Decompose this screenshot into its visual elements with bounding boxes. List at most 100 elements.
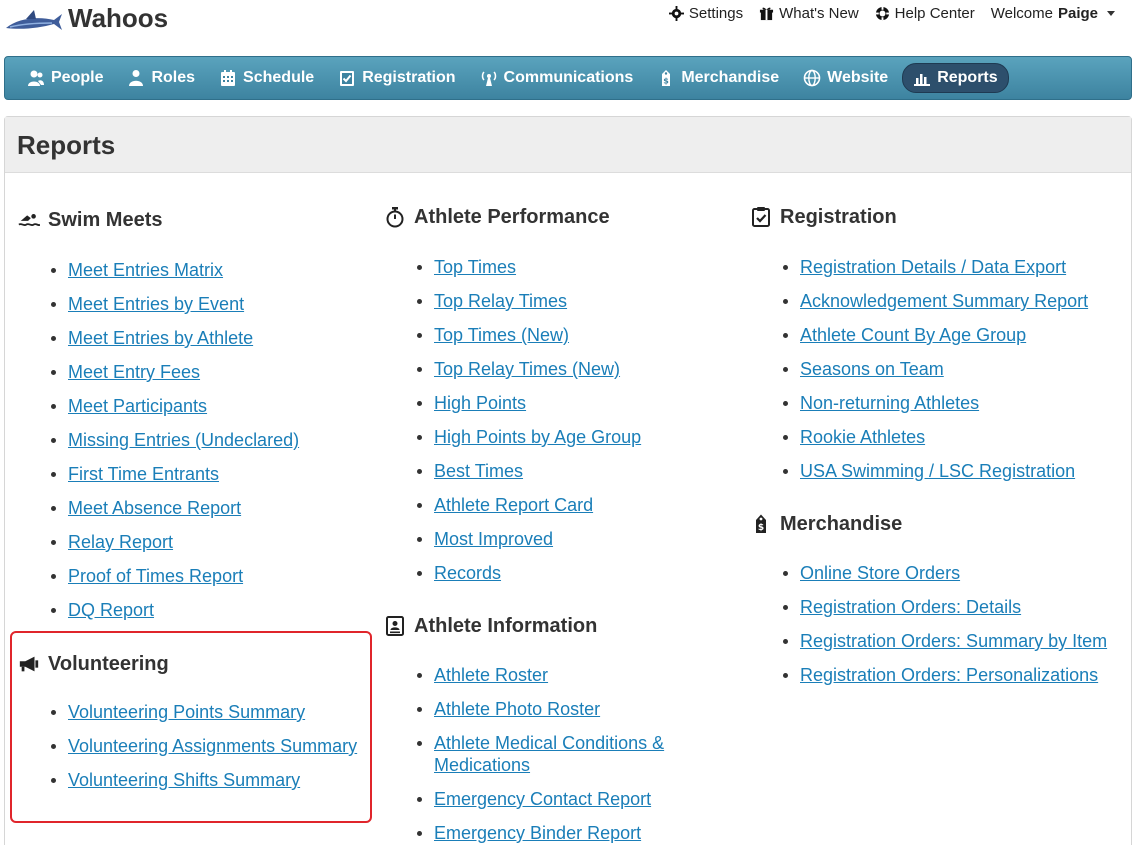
athlete-performance-list: Top Times Top Relay Times Top Times (New… [384, 256, 641, 584]
report-link[interactable]: Athlete Medical Conditions & Medications [434, 733, 664, 775]
swim-meets-list: Meet Entries Matrix Meet Entries by Even… [18, 259, 299, 621]
nav-communications[interactable]: Communications [470, 64, 644, 92]
caret-down-icon [1107, 11, 1115, 16]
report-link[interactable]: Meet Entries by Athlete [68, 328, 253, 348]
report-link[interactable]: Non-returning Athletes [800, 393, 979, 413]
report-link[interactable]: Acknowledgement Summary Report [800, 291, 1088, 311]
nav-registration-label: Registration [362, 69, 456, 86]
report-link[interactable]: Seasons on Team [800, 359, 944, 379]
list-item: Athlete Roster [384, 664, 684, 686]
list-item: Meet Absence Report [18, 497, 299, 519]
nav-schedule[interactable]: Schedule [209, 64, 324, 92]
report-link[interactable]: First Time Entrants [68, 464, 219, 484]
stopwatch-icon [386, 207, 404, 228]
report-link[interactable]: Emergency Contact Report [434, 789, 651, 809]
report-link[interactable]: Athlete Photo Roster [434, 699, 600, 719]
report-link[interactable]: DQ Report [68, 600, 154, 620]
report-link[interactable]: Best Times [434, 461, 523, 481]
report-link[interactable]: Meet Entries Matrix [68, 260, 223, 280]
user-menu[interactable]: Welcome Paige [991, 5, 1115, 22]
nav-website[interactable]: Website [793, 64, 898, 92]
report-link[interactable]: Most Improved [434, 529, 553, 549]
price-tag-icon: $ [756, 514, 766, 533]
nav-roles[interactable]: Roles [117, 64, 205, 92]
volunteering-highlight-box [10, 631, 372, 823]
report-link[interactable]: High Points [434, 393, 526, 413]
list-item: Registration Orders: Personalizations [750, 664, 1107, 686]
report-link[interactable]: Top Relay Times [434, 291, 567, 311]
list-item: Meet Entry Fees [18, 361, 299, 383]
merchandise-title: Merchandise [780, 512, 903, 535]
nav-people[interactable]: People [17, 64, 113, 92]
report-link[interactable]: Registration Orders: Personalizations [800, 665, 1098, 685]
life-ring-icon [875, 6, 889, 21]
report-link[interactable]: Relay Report [68, 532, 173, 552]
list-item: Seasons on Team [750, 358, 1088, 380]
report-link[interactable]: Registration Orders: Summary by Item [800, 631, 1107, 651]
settings-label: Settings [688, 5, 744, 22]
list-item: Online Store Orders [750, 562, 1107, 584]
registration-section: Registration Registration Details / Data… [750, 203, 1088, 494]
report-link[interactable]: Meet Absence Report [68, 498, 241, 518]
report-link[interactable]: High Points by Age Group [434, 427, 641, 447]
report-link[interactable]: Athlete Report Card [434, 495, 593, 515]
list-item: First Time Entrants [18, 463, 299, 485]
report-link[interactable]: Meet Participants [68, 396, 207, 416]
section-heading: Registration [750, 203, 1088, 231]
report-link[interactable]: Top Times (New) [434, 325, 569, 345]
settings-link[interactable]: Settings [668, 5, 744, 22]
broadcast-tower-icon [481, 71, 496, 86]
svg-text:$: $ [664, 77, 670, 86]
swim-meets-section: Swim Meets Meet Entries Matrix Meet Entr… [18, 206, 299, 633]
nav-merchandise[interactable]: $ Merchandise [647, 64, 789, 92]
help-center-label: Help Center [894, 5, 975, 22]
report-link[interactable]: Records [434, 563, 501, 583]
gift-icon [760, 7, 774, 21]
report-link[interactable]: Meet Entries by Event [68, 294, 244, 314]
team-name[interactable]: Wahoos [68, 3, 168, 34]
report-link[interactable]: Athlete Roster [434, 665, 548, 685]
report-link[interactable]: Athlete Count By Age Group [800, 325, 1026, 345]
section-heading: Athlete Information [384, 612, 684, 640]
list-item: Athlete Report Card [384, 494, 641, 516]
main-navbar: People Roles Schedule Registration Commu… [4, 56, 1132, 100]
list-item: Records [384, 562, 641, 584]
report-link[interactable]: Online Store Orders [800, 563, 960, 583]
list-item: Meet Participants [18, 395, 299, 417]
clipboard-check-icon [340, 71, 355, 86]
report-link[interactable]: Emergency Binder Report [434, 823, 641, 843]
list-item: Registration Orders: Summary by Item [750, 630, 1107, 652]
whats-new-link[interactable]: What's New [759, 5, 859, 22]
list-item: Relay Report [18, 531, 299, 553]
report-link[interactable]: Missing Entries (Undeclared) [68, 430, 299, 450]
report-link[interactable]: Proof of Times Report [68, 566, 243, 586]
page-title: Reports [17, 130, 116, 160]
report-link[interactable]: Meet Entry Fees [68, 362, 200, 382]
list-item: Top Relay Times [384, 290, 641, 312]
list-item: Top Relay Times (New) [384, 358, 641, 380]
list-item: High Points [384, 392, 641, 414]
report-link[interactable]: Top Relay Times (New) [434, 359, 620, 379]
nav-schedule-label: Schedule [243, 69, 315, 86]
list-item: Proof of Times Report [18, 565, 299, 587]
user-name: Paige [1057, 5, 1098, 22]
list-item: Acknowledgement Summary Report [750, 290, 1088, 312]
report-link[interactable]: Registration Orders: Details [800, 597, 1021, 617]
report-link[interactable]: Registration Details / Data Export [800, 257, 1066, 277]
nav-communications-label: Communications [503, 69, 634, 86]
help-center-link[interactable]: Help Center [875, 5, 975, 22]
report-link[interactable]: Rookie Athletes [800, 427, 925, 447]
list-item: Athlete Photo Roster [384, 698, 684, 720]
section-heading: Athlete Performance [384, 203, 641, 231]
globe-icon [803, 69, 821, 87]
nav-merchandise-label: Merchandise [681, 69, 780, 86]
nav-registration[interactable]: Registration [328, 64, 465, 92]
nav-roles-label: Roles [151, 69, 196, 86]
merchandise-list: Online Store Orders Registration Orders:… [750, 562, 1107, 686]
nav-reports-label: Reports [937, 69, 998, 86]
nav-reports[interactable]: Reports [902, 63, 1009, 93]
user-tie-icon [129, 70, 144, 86]
gear-icon [668, 6, 684, 21]
report-link[interactable]: Top Times [434, 257, 516, 277]
report-link[interactable]: USA Swimming / LSC Registration [800, 461, 1075, 481]
